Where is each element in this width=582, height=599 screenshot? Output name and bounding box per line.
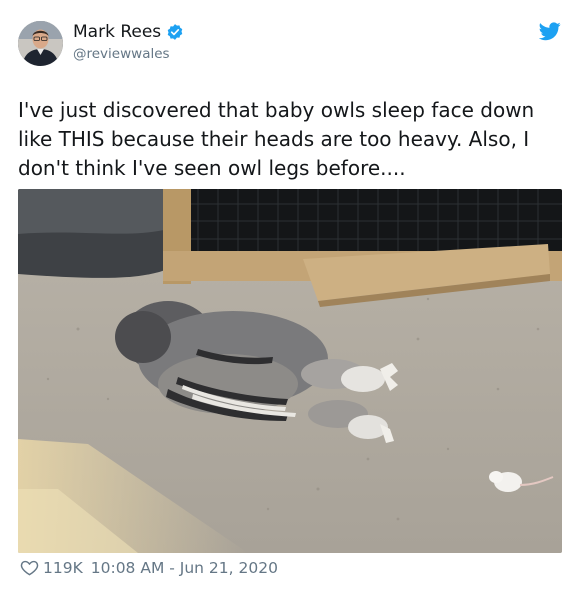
- tweet-meta: 119K 10:08 AM - Jun 21, 2020: [20, 558, 278, 577]
- tweet-text: I've just discovered that baby owls slee…: [18, 98, 535, 180]
- verified-badge-icon: [167, 24, 183, 40]
- heart-icon[interactable]: [20, 558, 39, 577]
- owl-photo-image: [18, 189, 562, 553]
- author-row: Mark Rees: [73, 22, 184, 42]
- author-handle[interactable]: @reviewwales: [73, 46, 170, 62]
- avatar[interactable]: [18, 21, 63, 66]
- twitter-bird-icon[interactable]: [539, 22, 561, 41]
- like-count[interactable]: 119K: [43, 559, 83, 577]
- avatar-image: [18, 21, 63, 66]
- author-name[interactable]: Mark Rees: [73, 22, 161, 42]
- tweet-timestamp[interactable]: 10:08 AM - Jun 21, 2020: [91, 559, 278, 577]
- tweet-photo[interactable]: [18, 189, 562, 553]
